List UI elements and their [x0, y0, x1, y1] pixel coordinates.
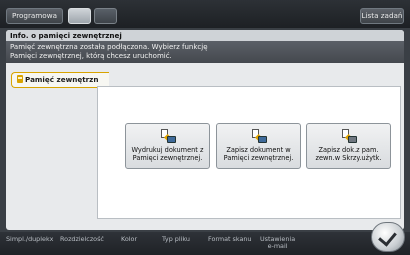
setting-label: Typ pliku — [162, 235, 190, 243]
panel-message: Pamięć zewnętrzna została podłączona. Wy… — [6, 41, 404, 63]
setting-label: Simpl./duplekx — [6, 235, 54, 243]
scan-icon[interactable] — [94, 8, 117, 24]
setting-duplex[interactable]: Simpl./duplekx — [6, 236, 53, 243]
copy-icon[interactable] — [68, 8, 91, 24]
setting-label: Kolor — [121, 235, 138, 243]
setting-file-type[interactable]: Typ pliku — [162, 236, 190, 243]
setting-email[interactable]: Ustawienia e-mail — [260, 236, 295, 250]
save-to-userbox-button[interactable]: Zapisz dok.z pam. zewn.w Skrzy.użytk. — [306, 123, 391, 169]
print-from-memory-button[interactable]: Wydrukuj dokument z Pamięci zewnętrznej. — [125, 123, 210, 169]
job-list-button[interactable]: Lista zadań — [360, 8, 404, 24]
setting-label-2: e-mail — [267, 242, 288, 250]
tile-label-3b: zewn.w Skrzy.użytk. — [315, 154, 382, 162]
top-bar: Programowa Lista zadań — [0, 0, 410, 28]
save-doc-icon — [251, 129, 267, 143]
tab-external-memory[interactable]: Pamięć zewnętrzn — [11, 72, 109, 88]
save-to-memory-button[interactable]: Zapisz dokument w Pamięci zewnętrznej. — [216, 123, 301, 169]
checkmark-icon — [378, 227, 397, 247]
tile-label-2b: Pamięci zewnętrznej. — [223, 154, 294, 162]
tile-label-3: Zapisz dok.z pam. — [318, 146, 379, 154]
bottom-settings-bar: Simpl./duplekx Rozdzielczość Kolor Typ p… — [0, 232, 410, 255]
external-memory-panel: Info. o pamięci zewnętrznej Pamięć zewnę… — [6, 30, 404, 230]
usb-icon — [17, 75, 23, 83]
ok-button[interactable] — [371, 222, 405, 252]
panel-title: Info. o pamięci zewnętrznej — [6, 30, 404, 41]
box-doc-icon — [341, 129, 357, 143]
tile-label-1: Wydrukuj dokument z — [131, 146, 204, 154]
setting-label: Rozdzielczość — [60, 235, 104, 243]
program-button[interactable]: Programowa — [6, 8, 63, 24]
function-area: Wydrukuj dokument z Pamięci zewnętrznej.… — [97, 86, 401, 219]
tile-label-1b: Pamięci zewnętrznej. — [132, 154, 203, 162]
setting-label: Format skanu — [208, 235, 252, 243]
setting-resolution[interactable]: Rozdzielczość — [60, 236, 104, 243]
message-line-1: Pamięć zewnętrzna została podłączona. Wy… — [10, 43, 208, 51]
print-doc-icon — [160, 129, 176, 143]
message-line-2: Pamięci zewnętrznej, którą chcesz urucho… — [10, 52, 172, 60]
tab-label: Pamięć zewnętrzn — [25, 75, 99, 84]
setting-scan-size[interactable]: Format skanu — [208, 236, 252, 243]
setting-color[interactable]: Kolor — [121, 236, 137, 243]
tile-label-2: Zapisz dokument w — [226, 146, 291, 154]
